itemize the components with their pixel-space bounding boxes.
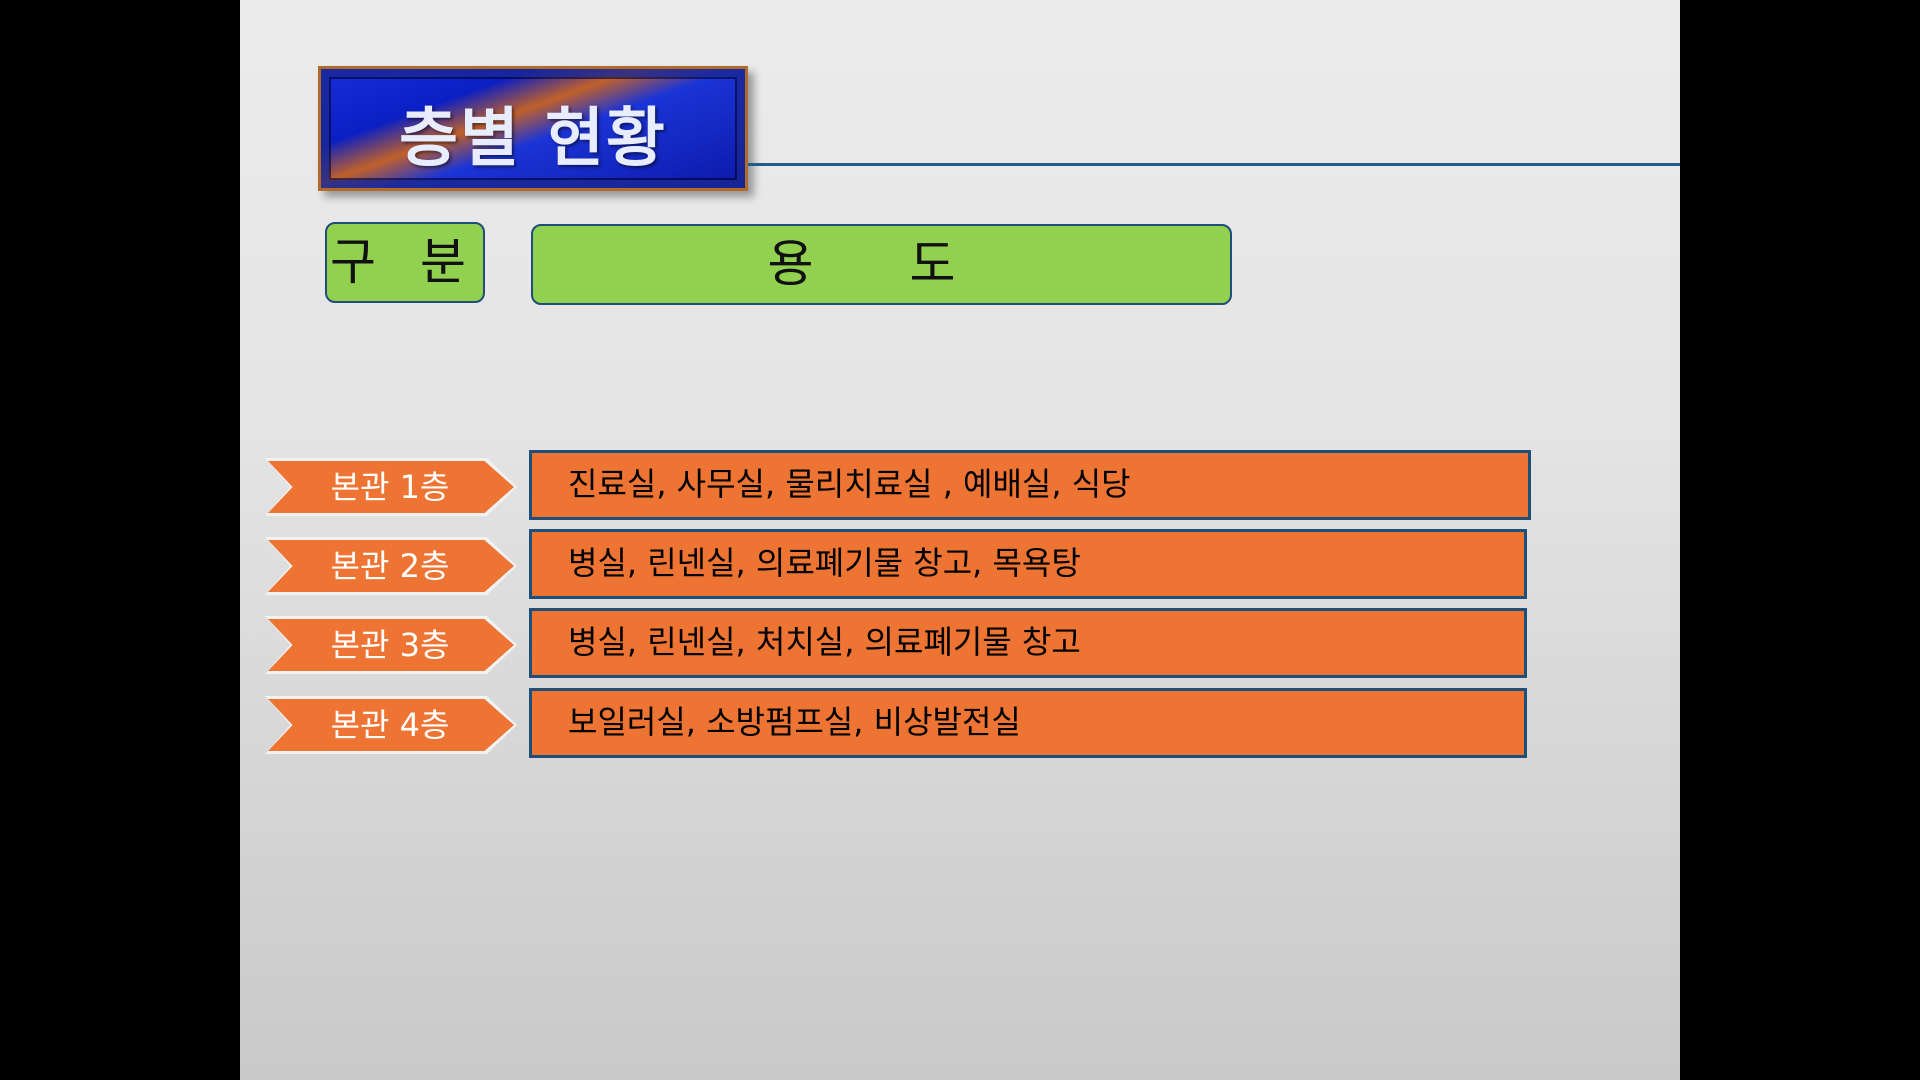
floor-label: 본관 4층 [330,706,450,744]
floor-row: 본관 3층 병실, 린넨실, 처치실, 의료폐기물 창고 [240,608,1680,678]
floor-label: 본관 3층 [330,626,450,664]
usage-cell: 보일러실, 소방펌프실, 비상발전실 [529,688,1527,758]
header-category: 구 분 [325,222,485,303]
usage-cell: 병실, 린넨실, 의료폐기물 창고, 목욕탕 [529,529,1527,599]
floor-row: 본관 4층 보일러실, 소방펌프실, 비상발전실 [240,688,1680,758]
floor-label: 본관 2층 [330,547,450,585]
slide: 층별 현황 구 분 용 도 본관 1층 진료실, 사무실, 물리치료실 , 예배… [240,0,1680,1080]
slide-title: 층별 현황 [399,102,667,176]
usage-cell: 병실, 린넨실, 처치실, 의료폐기물 창고 [529,608,1527,678]
floor-row: 본관 2층 병실, 린넨실, 의료폐기물 창고, 목욕탕 [240,529,1680,599]
title-underline [748,163,1680,166]
header-usage: 용 도 [531,224,1232,305]
floor-label: 본관 1층 [330,468,450,506]
floor-row: 본관 1층 진료실, 사무실, 물리치료실 , 예배실, 식당 [240,450,1680,520]
title-banner: 층별 현황 [318,66,748,191]
usage-cell: 진료실, 사무실, 물리치료실 , 예배실, 식당 [529,450,1531,520]
